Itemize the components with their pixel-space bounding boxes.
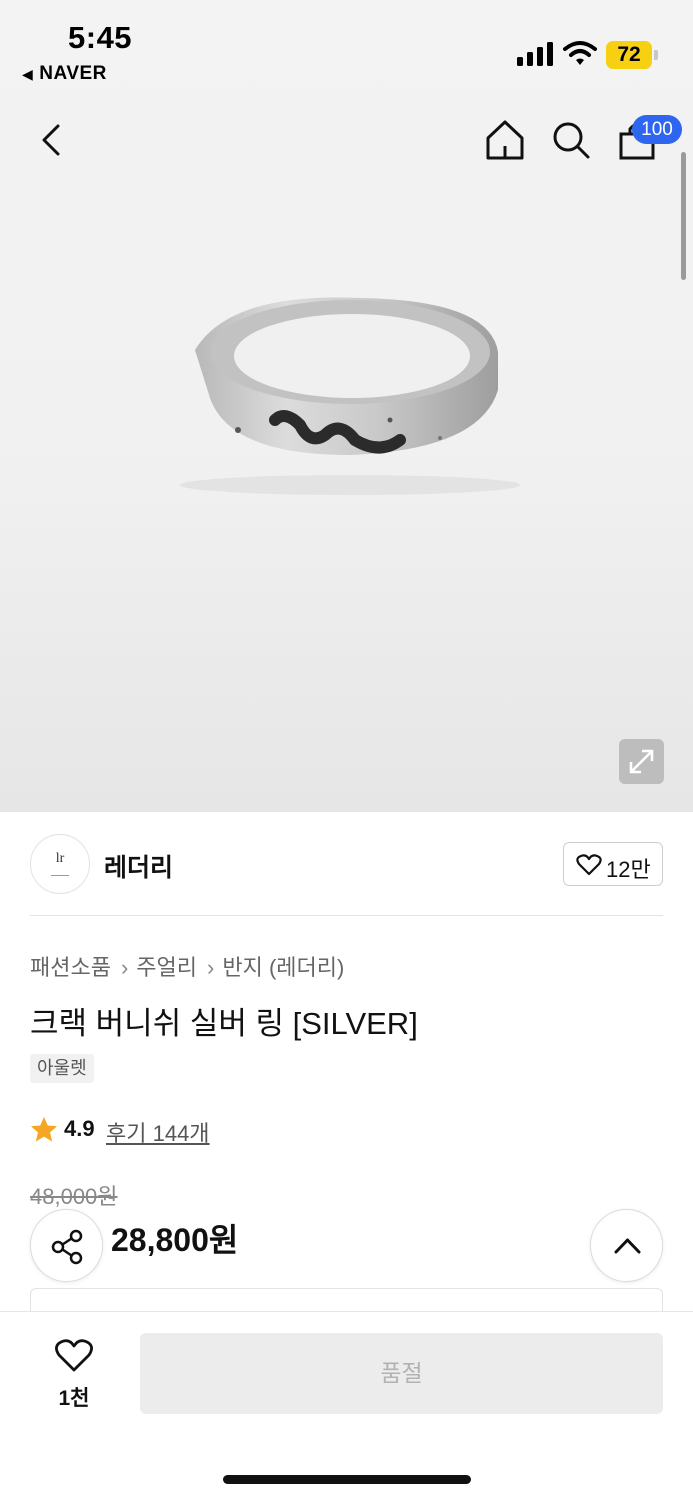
wish-button[interactable]: 1천 (44, 1334, 104, 1414)
back-triangle-icon: ◀ (22, 66, 34, 82)
product-image-area[interactable]: 5:45 ◀ NAVER 72 100 (0, 0, 693, 812)
breadcrumb-item[interactable]: 주얼리 (136, 955, 197, 980)
scrollbar[interactable] (681, 152, 686, 280)
share-button[interactable] (30, 1209, 103, 1282)
expand-icon[interactable] (619, 739, 664, 784)
store-logo[interactable]: lr (30, 834, 90, 894)
back-to-app-link[interactable]: ◀ NAVER (22, 63, 107, 85)
product-ring-image (180, 297, 520, 495)
store-logo-line (51, 875, 69, 876)
breadcrumb-item[interactable]: 반지 (레더리) (222, 955, 344, 980)
divider (30, 915, 663, 916)
store-follow-button[interactable]: 12만 (563, 842, 663, 886)
sale-price: 28,800원 (111, 1222, 239, 1258)
battery-indicator: 72 (606, 41, 658, 69)
home-indicator[interactable] (223, 1475, 471, 1484)
cellular-signal-icon (517, 42, 553, 66)
chevron-left-icon[interactable] (36, 118, 72, 162)
breadcrumb: 패션소품 › 주얼리 › 반지 (레더리) (30, 950, 344, 982)
breadcrumb-item[interactable]: 패션소품 (30, 955, 111, 980)
chevron-up-icon (614, 1238, 641, 1254)
heart-icon (55, 1339, 93, 1372)
chevron-right-icon: › (120, 955, 129, 980)
wifi-icon (563, 41, 597, 65)
chevron-right-icon: › (207, 955, 215, 980)
cart-count-badge: 100 (632, 115, 682, 144)
store-name[interactable]: 레더리 (104, 848, 173, 884)
back-app-label: NAVER (39, 63, 107, 84)
star-icon (31, 1117, 57, 1142)
outlet-tag: 아울렛 (30, 1054, 94, 1083)
battery-level: 72 (617, 43, 641, 66)
product-title: 크랙 버니쉬 실버 링 [SILVER] (30, 1006, 418, 1041)
home-icon[interactable] (483, 118, 527, 162)
reviews-link[interactable]: 후기 144개 (106, 1116, 210, 1148)
search-icon[interactable] (549, 118, 593, 162)
heart-icon (576, 854, 602, 876)
follow-count: 12만 (606, 857, 651, 882)
rating-score: 4.9 (64, 1116, 95, 1141)
soldout-button[interactable]: 품절 (140, 1333, 663, 1414)
original-price: 48,000원 (30, 1184, 118, 1209)
scroll-top-button[interactable] (590, 1209, 663, 1282)
status-time: 5:45 (68, 20, 133, 55)
status-bar: 5:45 ◀ NAVER 72 (0, 0, 693, 95)
store-logo-mark: lr (55, 851, 65, 866)
wish-count: 1천 (58, 1387, 90, 1410)
share-icon (51, 1229, 83, 1265)
